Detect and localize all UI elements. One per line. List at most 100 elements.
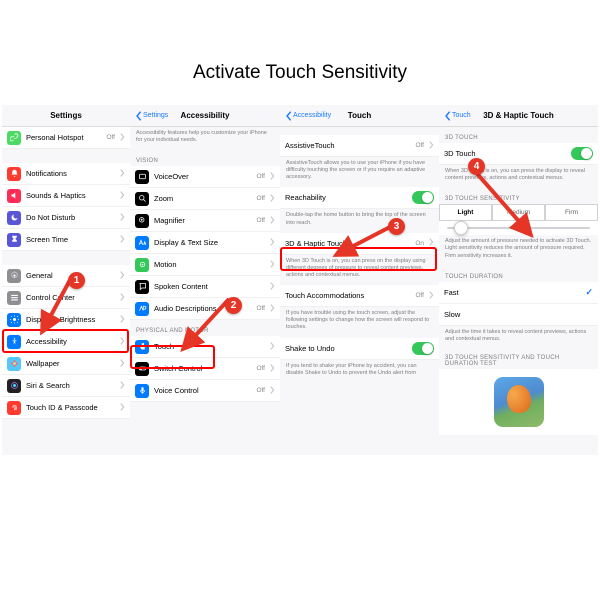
chevron-right-icon [120,381,125,391]
check-icon: ✓ [585,287,593,298]
test-area[interactable] [439,369,598,435]
row-voice-control[interactable]: Voice Control Off [130,380,280,402]
page-title: Activate Touch Sensitivity [0,62,600,84]
row-slow[interactable]: Slow [439,304,598,326]
row-display-brightness[interactable]: Display & Brightness [2,309,130,331]
chevron-right-icon [120,191,125,201]
chevron-right-icon [270,172,275,182]
row-magnifier[interactable]: Magnifier Off [130,210,280,232]
link-icon [7,131,21,145]
accessibility-column: Settings Accessibility Accessibility fea… [130,105,280,455]
row-motion[interactable]: Motion [130,254,280,276]
sliders-icon [7,291,21,305]
row-assistivetouch[interactable]: AssistiveTouch Off [280,135,439,157]
test-photo[interactable] [494,377,544,427]
chevron-right-icon [270,342,275,352]
row-fast[interactable]: Fast ✓ [439,282,598,304]
chevron-right-icon [270,364,275,374]
3d-header: Touch 3D & Haptic Touch [439,105,598,127]
bell-icon [7,167,21,181]
row-personal-hotspot[interactable]: Personal Hotspot Off [2,127,130,149]
3d-title: 3D & Haptic Touch [483,111,554,120]
chevron-right-icon [429,141,434,151]
row-sounds-haptics[interactable]: Sounds & Haptics [2,185,130,207]
motor-section: PHYSICAL AND MOTOR [130,320,280,336]
back-button[interactable]: Touch [444,111,471,121]
settings-header-title: Settings [50,111,82,120]
chevron-right-icon [270,282,275,292]
sensitivity-segmented[interactable]: Light Medium Firm [439,204,598,221]
duration-note: Adjust the time it takes to reveal conte… [439,326,598,349]
row-screen-time[interactable]: Screen Time [2,229,130,251]
row-wallpaper[interactable]: Wallpaper [2,353,130,375]
row-control-center[interactable]: Control Center [2,287,130,309]
row-spoken-content[interactable]: Spoken Content [130,276,280,298]
chevron-right-icon [270,194,275,204]
3dtouch-section: 3D TOUCH [439,127,598,143]
sensitivity-section: 3D TOUCH SENSITIVITY [439,188,598,204]
fingerprint-icon [7,401,21,415]
step-badge-4: 4 [468,158,485,175]
chevron-right-icon [120,315,125,325]
touch-title: Touch [348,111,371,120]
touch-column: Accessibility Touch AssistiveTouch Off A… [280,105,439,455]
sensitivity-slider[interactable] [439,221,598,235]
test-section: 3D TOUCH SENSITIVITY AND TOUCH DURATION … [439,349,598,369]
row-touch[interactable]: Touch [130,336,280,358]
row-zoom[interactable]: Zoom Off [130,188,280,210]
voiceover-icon [135,170,149,184]
settings-column: Settings Personal Hotspot Off Notificati… [2,105,130,455]
row-reachability[interactable]: Reachability [280,187,439,209]
3dtouch-note: When 3D Touch is on, you can press the d… [439,165,598,188]
speech-icon [135,280,149,294]
row-general[interactable]: General [2,265,130,287]
seg-firm[interactable]: Firm [545,204,598,221]
motion-icon [135,258,149,272]
accessibility-header: Settings Accessibility [130,105,280,127]
reachability-note: Double-tap the home button to bring the … [280,209,439,232]
row-display-text-size[interactable]: Display & Text Size [130,232,280,254]
back-button[interactable]: Accessibility [285,111,331,121]
shake-toggle[interactable] [412,342,434,355]
back-button[interactable]: Settings [135,111,168,121]
chevron-right-icon [120,359,125,369]
panels: Settings Personal Hotspot Off Notificati… [2,105,598,455]
row-3d-touch-toggle[interactable]: 3D Touch [439,143,598,165]
row-notifications[interactable]: Notifications [2,163,130,185]
row-3d-haptic-touch[interactable]: 3D & Haptic Touch On [280,233,439,255]
seg-light[interactable]: Light [439,204,492,221]
row-do-not-disturb[interactable]: Do Not Disturb [2,207,130,229]
duration-section: TOUCH DURATION [439,266,598,282]
row-voiceover[interactable]: VoiceOver Off [130,166,280,188]
3dtouch-toggle[interactable] [571,147,593,160]
touch-icon [135,340,149,354]
chevron-right-icon [120,133,125,143]
row-accessibility[interactable]: Accessibility [2,331,130,353]
row-audio-descriptions[interactable]: Audio Descriptions Off [130,298,280,320]
magnifier-icon [135,214,149,228]
settings-header: Settings [2,105,130,127]
chevron-right-icon [120,271,125,281]
intro-note: Accessibility features help you customiz… [130,127,280,150]
row-switch-control[interactable]: Switch Control Off [130,358,280,380]
zoom-icon [135,192,149,206]
row-touch-accommodations[interactable]: Touch Accommodations Off [280,285,439,307]
mic-icon [135,384,149,398]
row-shake-to-undo[interactable]: Shake to Undo [280,338,439,360]
row-siri-search[interactable]: Siri & Search [2,375,130,397]
chevron-right-icon [120,213,125,223]
speaker-icon [7,189,21,203]
chevron-right-icon [120,293,125,303]
shake-note: If you tend to shake your iPhone by acci… [280,360,439,383]
sensitivity-note: Adjust the amount of pressure needed to … [439,235,598,265]
hourglass-icon [7,233,21,247]
seg-medium[interactable]: Medium [492,204,545,221]
chevron-right-icon [270,304,275,314]
chevron-right-icon [120,337,125,347]
row-touchid-passcode[interactable]: Touch ID & Passcode [2,397,130,419]
chevron-right-icon [270,260,275,270]
vision-section: VISION [130,150,280,166]
reachability-toggle[interactable] [412,191,434,204]
switch-icon [135,362,149,376]
chevron-right-icon [270,238,275,248]
